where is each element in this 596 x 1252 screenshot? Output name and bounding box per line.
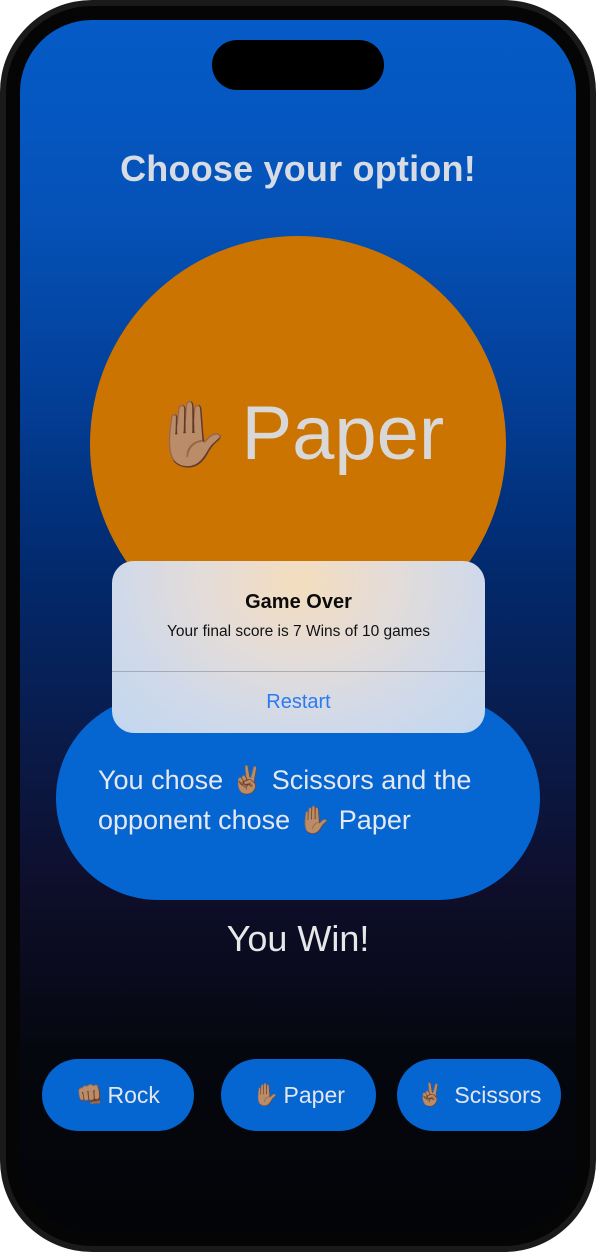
- alert-message: Your final score is 7 Wins of 10 games: [166, 623, 431, 640]
- result-text: You chose ✌🏽 Scissors and the opponent c…: [98, 760, 518, 840]
- page-title: Choose your option!: [120, 148, 476, 189]
- current-choice-label: Paper: [241, 391, 445, 476]
- raised-hand-icon: ✋🏽: [297, 805, 332, 835]
- alert-title: Game Over: [245, 591, 352, 613]
- raised-hand-icon: ✋🏽: [252, 1082, 280, 1107]
- restart-button[interactable]: Restart: [112, 672, 485, 733]
- victory-hand-icon: ✌🏽: [230, 765, 265, 795]
- app-screen: Choose your option! ✋🏽 Paper You chose ✌…: [20, 20, 576, 1232]
- game-over-alert: Game Over Your final score is 7 Wins of …: [112, 561, 485, 733]
- scissors-button[interactable]: ✌🏽 Scissors: [397, 1059, 561, 1131]
- result-line2-prefix: opponent chose: [98, 805, 298, 835]
- current-choice-content: ✋🏽 Paper: [90, 396, 506, 472]
- result-line1-prefix: You chose: [98, 765, 231, 795]
- paper-button-label: Paper: [283, 1081, 345, 1108]
- dynamic-island: [212, 40, 384, 90]
- victory-hand-icon: ✌🏽: [416, 1082, 445, 1107]
- rock-button[interactable]: 👊🏽 Rock: [42, 1059, 194, 1131]
- outcome-label: You Win!: [226, 918, 370, 959]
- rock-button-label: Rock: [107, 1081, 160, 1108]
- paper-button[interactable]: ✋🏽 Paper: [221, 1059, 376, 1131]
- scissors-button-label: Scissors: [448, 1081, 542, 1108]
- result-line1-suffix: Scissors and the: [264, 765, 472, 795]
- raised-hand-icon: ✋🏽: [151, 398, 232, 470]
- fist-icon: 👊🏽: [76, 1082, 104, 1107]
- result-line2-suffix: Paper: [331, 805, 411, 835]
